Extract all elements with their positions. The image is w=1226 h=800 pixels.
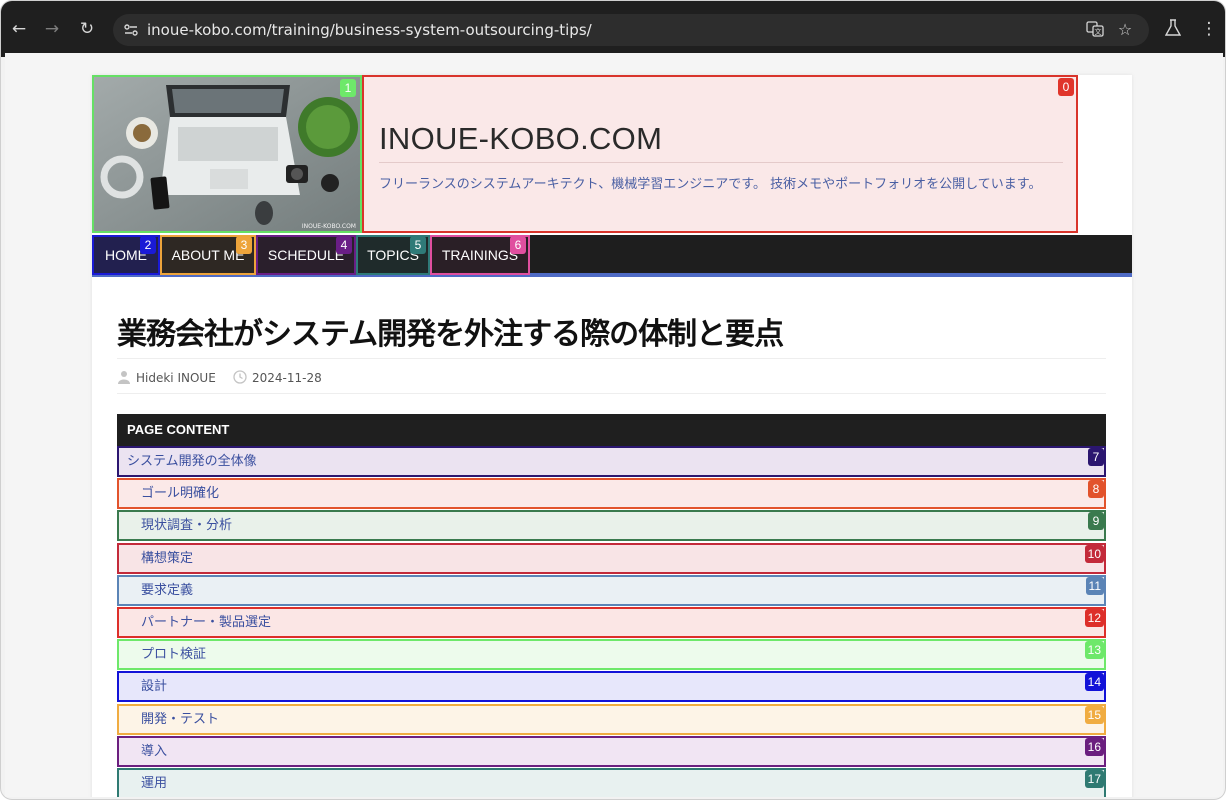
nav-item-topics[interactable]: TOPICS 5 [356, 235, 430, 275]
toc-header: PAGE CONTENT [117, 414, 1106, 446]
labs-icon[interactable] [1163, 19, 1183, 39]
element-badge: 16 [1084, 737, 1104, 756]
clock-icon [233, 370, 247, 384]
toc-item[interactable]: ゴール明確化 8 [117, 478, 1106, 510]
toc-item-label[interactable]: 運用 [141, 776, 167, 791]
main-nav: HOME 2 ABOUT ME 3 SCHEDULE 4 TOPICS 5 TR… [92, 235, 1132, 277]
element-badge: 0 [1058, 78, 1074, 96]
element-badge: 11 [1085, 576, 1104, 595]
toc-item-label[interactable]: 要求定義 [141, 583, 193, 598]
nav-item-about-me[interactable]: ABOUT ME 3 [160, 235, 256, 275]
element-badge: 15 [1084, 705, 1104, 724]
nav-item-trainings[interactable]: TRAININGS 6 [430, 235, 530, 275]
publish-date: 2024-11-28 [252, 371, 322, 385]
toc-item-label[interactable]: 設計 [141, 679, 167, 694]
toc-item[interactable]: 開発・テスト 15 [117, 703, 1106, 735]
element-badge: 9 [1088, 512, 1104, 531]
author-name[interactable]: Hideki INOUE [136, 370, 216, 386]
author-icon [118, 371, 130, 384]
translate-icon[interactable]: 文 [1085, 20, 1105, 40]
element-badge: 2 [140, 236, 156, 254]
element-badge: 4 [336, 236, 352, 254]
page-content: INOUE-KOBO.COM 1 INOUE-KOBO.COM フリーランスのシ… [92, 75, 1132, 797]
element-badge: 14 [1084, 673, 1104, 692]
nav-label: ABOUT ME [171, 247, 245, 263]
divider [117, 358, 1106, 359]
divider [117, 393, 1106, 394]
element-badge: 10 [1084, 544, 1104, 563]
toc-item-label[interactable]: ゴール明確化 [141, 486, 219, 501]
address-bar[interactable]: inoue-kobo.com/training/business-system-… [113, 14, 1149, 46]
table-of-contents: PAGE CONTENT システム開発の全体像 7 ゴール明確化 8 現状調査・分析 9 構… [117, 414, 1106, 797]
toc-item-label[interactable]: 導入 [141, 744, 167, 759]
bookmark-star-icon[interactable]: ☆ [1115, 20, 1135, 40]
element-badge: 3 [236, 236, 252, 254]
toc-item[interactable]: パートナー・製品選定 12 [117, 607, 1106, 638]
toc-item-label[interactable]: システム開発の全体像 [127, 454, 257, 469]
toc-item[interactable]: 構想策定 10 [117, 542, 1106, 574]
browser-toolbar: ← → ↻ inoue-kobo.com/training/business-s… [1, 1, 1225, 57]
back-icon[interactable]: ← [9, 19, 29, 39]
element-badge: 1 [340, 79, 356, 97]
nav-label: SCHEDULE [267, 247, 345, 263]
toc-item-label[interactable]: 現状調査・分析 [141, 518, 232, 533]
page-viewport: INOUE-KOBO.COM 1 INOUE-KOBO.COM フリーランスのシ… [5, 53, 1223, 797]
toc-item-label[interactable]: プロト検証 [141, 647, 206, 662]
toc-item-label[interactable]: 開発・テスト [141, 712, 219, 727]
toc-item[interactable]: 運用 17 [117, 768, 1106, 797]
nav-item-schedule[interactable]: SCHEDULE 4 [256, 235, 356, 275]
browser-window: ← → ↻ inoue-kobo.com/training/business-s… [0, 0, 1226, 800]
site-info-icon[interactable] [123, 22, 139, 38]
element-badge: 12 [1084, 609, 1104, 627]
toc-item[interactable]: 導入 16 [117, 735, 1106, 767]
nav-item-home[interactable]: HOME 2 [92, 235, 160, 275]
site-tagline: フリーランスのシステムアーキテクト、機械学習エンジニアです。 技術メモやポートフ… [379, 177, 1042, 192]
element-badge: 7 [1088, 448, 1104, 466]
element-badge: 5 [410, 236, 426, 254]
toc-item[interactable]: 設計 14 [117, 671, 1106, 703]
site-title[interactable]: INOUE-KOBO.COM [379, 121, 662, 157]
divider [379, 162, 1063, 163]
element-badge: 13 [1084, 641, 1104, 660]
reload-icon[interactable]: ↻ [77, 19, 97, 39]
toc-item[interactable]: 現状調査・分析 9 [117, 510, 1106, 542]
element-badge: 6 [510, 236, 526, 254]
svg-text:文: 文 [1095, 27, 1102, 36]
toc-item[interactable]: システム開発の全体像 7 [117, 446, 1106, 477]
menu-icon[interactable]: ⋮ [1199, 19, 1219, 39]
url-text[interactable]: inoue-kobo.com/training/business-system-… [147, 20, 592, 40]
toc-item[interactable]: プロト検証 13 [117, 639, 1106, 671]
header-image[interactable]: INOUE-KOBO.COM 1 [92, 75, 362, 233]
element-badge: 17 [1084, 770, 1104, 788]
toc-item[interactable]: 要求定義 11 [117, 574, 1106, 606]
toc-item-label[interactable]: 構想策定 [141, 551, 193, 566]
forward-icon[interactable]: → [42, 19, 62, 39]
toc-item-label[interactable]: パートナー・製品選定 [141, 615, 271, 630]
nav-label: TRAININGS [441, 247, 519, 263]
site-header[interactable]: INOUE-KOBO.COM フリーランスのシステムアーキテクト、機械学習エンジ… [362, 75, 1078, 233]
image-watermark: INOUE-KOBO.COM [302, 223, 356, 230]
desk-photo-image: INOUE-KOBO.COM [94, 77, 360, 231]
element-badge: 8 [1088, 480, 1104, 499]
article-title: 業務会社がシステム開発を外注する際の体制と要点 [117, 317, 784, 352]
